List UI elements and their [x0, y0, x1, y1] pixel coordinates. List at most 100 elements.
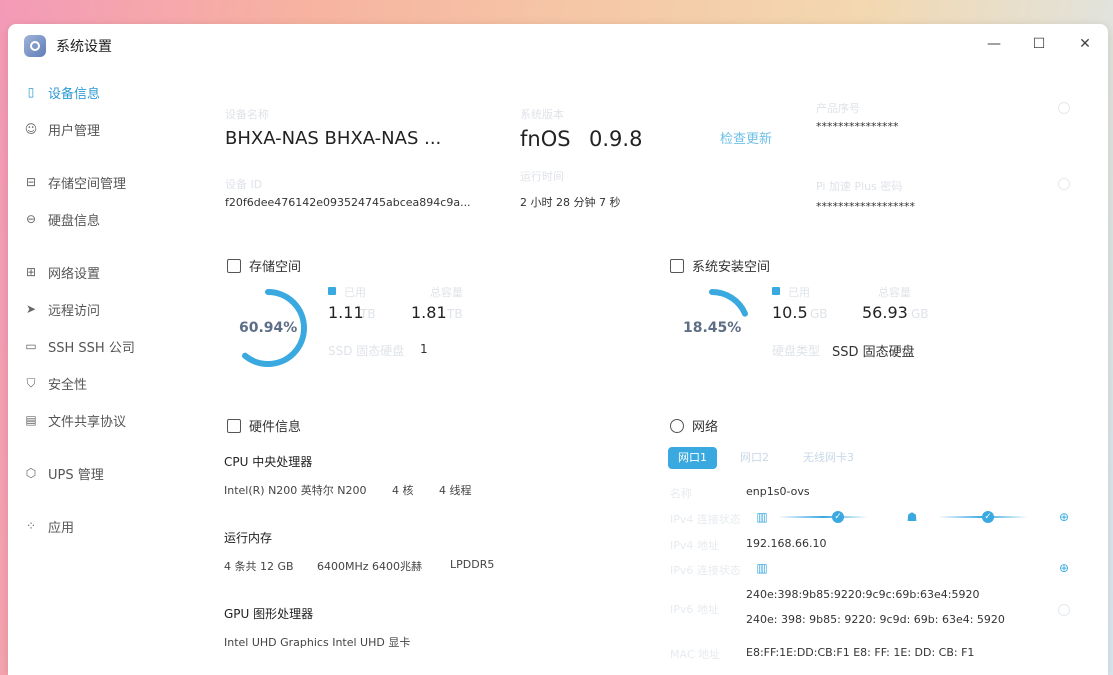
check-update-link[interactable]: 检查更新: [720, 128, 772, 147]
chip-icon: [227, 418, 241, 433]
uptime-label: 运行时间: [520, 170, 564, 183]
password-label: Pi 加速 Plus 密码: [816, 180, 903, 193]
ipv6-address-a: 240e:398:9b85:9220:9c9c:69b:63e4:5920: [746, 588, 980, 601]
sidebar-item-label: SSH SSH 公司: [48, 340, 135, 356]
cpu-cores: 4 核: [392, 484, 414, 497]
used-legend-swatch: [328, 287, 336, 295]
sidebar-item-label: 存储空间管理: [48, 176, 127, 192]
sidebar-item-network[interactable]: ⊞ 网络设置: [24, 260, 100, 284]
net-name: enp1s0-ovs: [746, 485, 810, 498]
system-total-label: 总容量: [878, 286, 911, 299]
ipv4-address: 192.168.66.10: [746, 537, 827, 550]
device-id: f20f6dee476142e093524745abcea894c9a...: [225, 196, 471, 209]
tab-wireless-3[interactable]: 无线网卡3: [793, 447, 864, 469]
sidebar-item-apps[interactable]: ⁘ 应用: [24, 514, 74, 538]
sidebar-item-label: 网络设置: [48, 266, 101, 282]
mac-address: E8:FF:1E:DD:CB:F1 E8: FF: 1E: DD: CB: F1: [746, 646, 975, 659]
system-used: 10.5: [772, 303, 808, 322]
sidebar-item-users[interactable]: ☺ 用户管理: [24, 117, 100, 141]
sidebar-item-remote[interactable]: ➤ 远程访问: [24, 297, 100, 321]
memory-title: 运行内存: [224, 531, 273, 545]
sidebar-item-label: 文件共享协议: [48, 414, 127, 430]
system-total: 56.93: [862, 303, 908, 322]
ipv6-label: IPv6 地址: [670, 603, 719, 616]
ethernet-port-icon: ▥: [756, 510, 768, 524]
mac-label: MAC 地址: [670, 648, 720, 661]
check-icon: ✓: [982, 511, 994, 523]
sidebar-item-ssh[interactable]: ▭ SSH SSH 公司: [24, 334, 135, 358]
storage-type-count: 1: [420, 342, 428, 356]
os-name: fnOS: [520, 127, 571, 151]
used-legend-swatch: [772, 287, 780, 295]
net-name-label: 名称: [670, 487, 692, 500]
cpu-model: Intel(R) N200 英特尔 N200: [224, 484, 367, 497]
shield-icon: ⛉: [26, 376, 36, 390]
minimize-button[interactable]: —: [980, 32, 1008, 56]
sidebar-item-security[interactable]: ⛉ 安全性: [24, 371, 87, 395]
ipv6-status-label: IPv6 连接状态: [670, 564, 741, 577]
sidebar-item-label: 硬盘信息: [48, 213, 101, 229]
sidebar-item-label: 安全性: [48, 377, 88, 393]
system-used-unit: GB: [810, 307, 828, 321]
eye-icon[interactable]: [1058, 102, 1070, 114]
storage-icon: [227, 258, 241, 273]
storage-total-unit: TB: [447, 307, 463, 321]
settings-window: 系统设置 — ☐ ✕ ▯ 设备信息 ☺ 用户管理 ⊟ 存储空间管理 ⊖ 硬盘信息…: [8, 24, 1108, 675]
eye-icon[interactable]: [1058, 178, 1070, 190]
sidebar-item-disks[interactable]: ⊖ 硬盘信息: [24, 207, 100, 231]
cpu-title: CPU 中央处理器: [224, 455, 313, 469]
tab-port-2[interactable]: 网口2: [730, 447, 779, 469]
tab-port-1[interactable]: 网口1: [668, 447, 717, 469]
storage-total: 1.81: [411, 303, 447, 322]
sidebar-item-device-info[interactable]: ▯ 设备信息: [24, 80, 100, 104]
sidebar-item-file-share[interactable]: ▤ 文件共享协议: [24, 408, 126, 432]
serial-label: 产品序号: [816, 102, 860, 115]
ups-icon: ⬡: [25, 466, 37, 480]
device-name-label: 设备名称: [225, 108, 269, 121]
system-type: SSD 固态硬盘: [832, 345, 915, 360]
globe-icon: [670, 418, 684, 433]
sidebar-item-ups[interactable]: ⬡ UPS 管理: [24, 461, 104, 485]
gpu-title: GPU 图形处理器: [224, 607, 314, 621]
storage-percent: 60.94%: [239, 320, 298, 336]
storage-total-label: 总容量: [430, 286, 463, 299]
drive-icon: [670, 258, 684, 273]
sidebar-item-label: 远程访问: [48, 303, 101, 319]
copy-icon[interactable]: [1058, 604, 1070, 616]
ipv4-label: IPv4 地址: [670, 539, 719, 552]
system-storage-percent: 18.45%: [683, 320, 742, 336]
sidebar-item-storage[interactable]: ⊟ 存储空间管理: [24, 170, 126, 194]
globe-icon: ⊕: [1058, 510, 1070, 524]
app-logo-icon: [24, 35, 46, 57]
serial-value: ***************: [816, 120, 899, 133]
storage-used-unit: TB: [360, 307, 376, 321]
network-icon: ⊞: [25, 265, 37, 279]
system-storage-title-text: 系统安装空间: [692, 260, 771, 275]
uptime: 2 小时 28 分钟 7 秒: [520, 196, 621, 209]
sidebar-item-label: UPS 管理: [48, 467, 104, 483]
system-total-unit: GB: [911, 307, 929, 321]
disk-icon: ⊖: [25, 212, 37, 226]
storage-type-label: SSD 固态硬盘: [328, 344, 405, 358]
file-share-icon: ▤: [25, 413, 37, 427]
check-icon: ✓: [832, 511, 844, 523]
apps-icon: ⁘: [25, 519, 37, 533]
storage-used: 1.11: [328, 303, 364, 322]
hardware-section-title: 硬件信息: [227, 416, 301, 435]
ethernet-port-icon: ▥: [756, 561, 768, 575]
system-type-label: 硬盘类型: [772, 344, 821, 358]
close-button[interactable]: ✕: [1071, 32, 1099, 56]
gpu-model: Intel UHD Graphics Intel UHD 显卡: [224, 636, 411, 649]
system-storage-section-title: 系统安装空间: [670, 256, 770, 275]
user-icon: ☺: [24, 122, 38, 136]
sidebar-item-label: 应用: [48, 520, 75, 536]
window-title: 系统设置: [56, 39, 112, 55]
title-bar: 系统设置 — ☐ ✕: [8, 24, 1108, 64]
maximize-button[interactable]: ☐: [1025, 32, 1053, 56]
network-section-title: 网络: [670, 416, 718, 435]
storage-section-title: 存储空间: [227, 256, 301, 275]
remote-icon: ➤: [25, 302, 37, 316]
router-icon: ☗: [906, 510, 918, 524]
storage-used-label: 已用: [344, 286, 366, 299]
sidebar-item-label: 用户管理: [48, 123, 101, 139]
